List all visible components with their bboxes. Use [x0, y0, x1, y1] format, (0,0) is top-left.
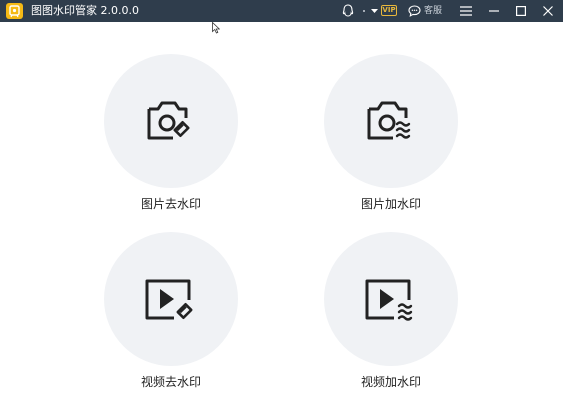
- camera-eraser-icon: [147, 101, 190, 140]
- service-label[interactable]: 客服: [424, 5, 442, 17]
- feature-card-image-remove[interactable]: 图片去水印: [104, 54, 238, 214]
- app-logo-icon: [6, 3, 23, 19]
- video-remove-watermark-button[interactable]: [104, 232, 238, 366]
- image-remove-watermark-button[interactable]: [104, 54, 238, 188]
- video-eraser-icon: [145, 279, 193, 320]
- separator-dot: [360, 0, 368, 22]
- feature-label: 图片去水印: [140, 197, 201, 211]
- feature-card-video-add[interactable]: 视频加水印: [324, 232, 458, 392]
- app-title: 图图水印管家 2.0.0.0: [31, 4, 139, 17]
- chat-bubble-icon[interactable]: [406, 0, 422, 22]
- feature-label: 图片加水印: [360, 197, 421, 211]
- camera-wave-icon: [367, 101, 411, 140]
- maximize-icon[interactable]: [512, 0, 530, 22]
- qq-icon[interactable]: [340, 0, 356, 22]
- mouse-cursor-icon: [212, 22, 220, 34]
- feature-card-image-add[interactable]: 图片加水印: [324, 54, 458, 214]
- minimize-icon[interactable]: [485, 0, 503, 22]
- feature-label: 视频去水印: [140, 375, 201, 389]
- image-add-watermark-button[interactable]: [324, 54, 458, 188]
- feature-card-video-remove[interactable]: 视频去水印: [104, 232, 238, 392]
- video-add-watermark-button[interactable]: [324, 232, 458, 366]
- vip-badge[interactable]: VIP: [381, 5, 397, 16]
- close-icon[interactable]: [539, 0, 557, 22]
- dropdown-arrow-icon[interactable]: [370, 0, 379, 22]
- title-bar: 图图水印管家 2.0.0.0 VIP 客服: [0, 0, 563, 22]
- feature-label: 视频加水印: [360, 375, 421, 389]
- video-wave-icon: [365, 279, 413, 321]
- menu-icon[interactable]: [457, 0, 475, 22]
